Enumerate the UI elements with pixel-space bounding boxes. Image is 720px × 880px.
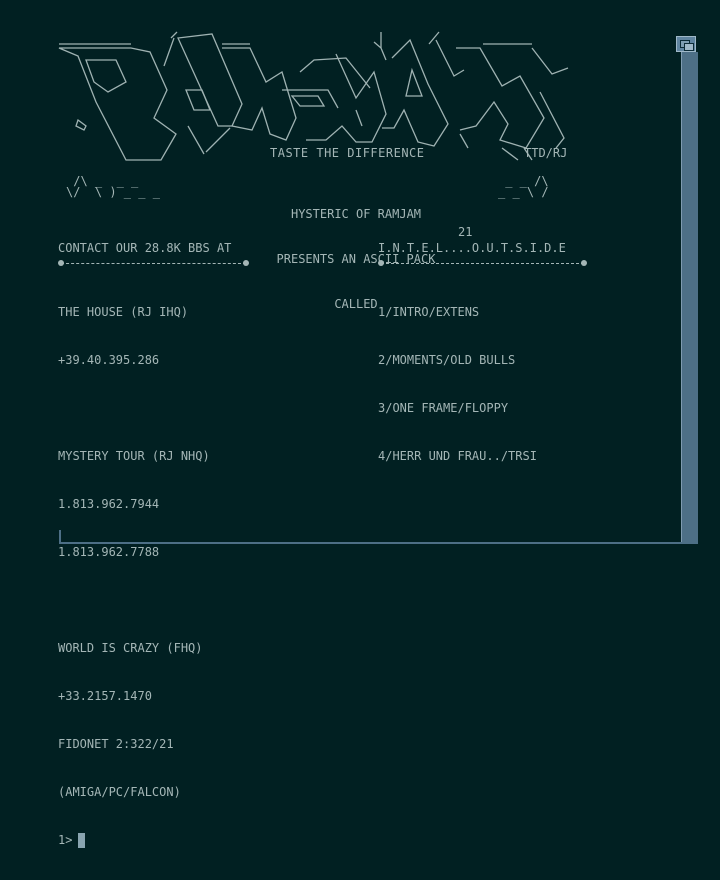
pack-number: 21 <box>458 225 473 239</box>
presents-line-1: HYSTERIC OF RAMJAM <box>290 207 422 221</box>
artist-signature: TTD/RJ <box>524 146 568 160</box>
list-item: 3/ONE FRAME/FLOPPY <box>378 401 509 415</box>
list-item: 1/INTRO/EXTENS <box>378 305 480 319</box>
pack-contents-list: 1/INTRO/EXTENS 2/MOMENTS/OLD BULLS 3/ONE… <box>378 272 537 496</box>
depth-gadget-icon[interactable] <box>676 36 696 52</box>
pack-name: I.N.T.E.L....O.U.T.S.I.D.E <box>378 241 566 255</box>
bbs-name: THE HOUSE (RJ IHQ) <box>58 305 189 319</box>
bbs-number: 1.813.962.7944 <box>58 497 160 511</box>
shell-screen: TASTE THE DIFFERENCE TTD/RJ /\ _ _ _ \/ … <box>0 0 720 848</box>
logo-tagline: TASTE THE DIFFERENCE <box>270 146 425 160</box>
vertical-scrollbar[interactable] <box>681 52 698 544</box>
bbs-list: THE HOUSE (RJ IHQ) +39.40.395.286 MYSTER… <box>58 272 210 880</box>
pack-divider <box>378 260 587 266</box>
contact-header: CONTACT OUR 28.8K BBS AT <box>58 241 232 255</box>
bbs-number: +33.2157.1470 <box>58 689 152 703</box>
text-cursor[interactable] <box>78 832 86 848</box>
shell-prompt: 1> <box>58 833 73 847</box>
bbs-name: WORLD IS CRAZY (FHQ) <box>58 641 203 655</box>
decor-art-left: /\ _ _ _ \/ \ ) _ _ _ <box>66 174 160 199</box>
bbs-name: MYSTERY TOUR (RJ NHQ) <box>58 449 210 463</box>
list-item: 2/MOMENTS/OLD BULLS <box>378 353 516 367</box>
ascii-logo-art <box>58 31 569 161</box>
ascii-logo <box>56 30 616 164</box>
bbs-number: 1.813.962.7788 <box>58 545 160 559</box>
window-frame-bottom <box>59 542 697 544</box>
list-item: 4/HERR UND FRAU../TRSI <box>378 449 537 463</box>
bbs-number: FIDONET 2:322/21 <box>58 737 174 751</box>
shell-prompt-line[interactable]: 1> <box>58 832 210 848</box>
bbs-platforms: (AMIGA/PC/FALCON) <box>58 785 181 799</box>
bbs-number: +39.40.395.286 <box>58 353 160 367</box>
contact-divider <box>58 260 249 266</box>
